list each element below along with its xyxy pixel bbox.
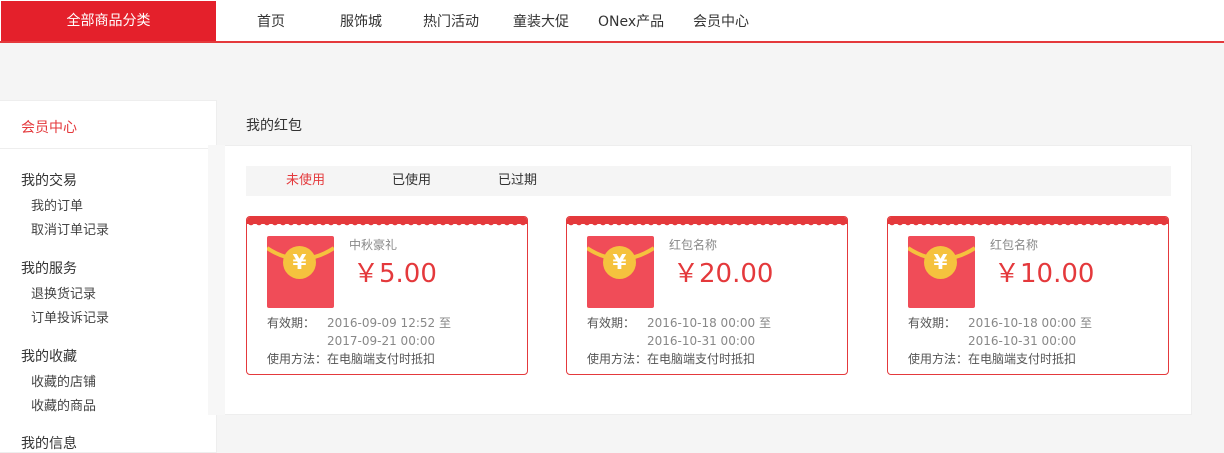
usage-method: 使用方法：在电脑端支付时抵扣 xyxy=(908,352,1077,366)
yuan-coin-icon: ¥ xyxy=(283,246,316,279)
panel-edge xyxy=(208,145,225,415)
nav-hot-events[interactable]: 热门活动 xyxy=(423,12,479,32)
sidebar-divider xyxy=(0,148,216,149)
red-envelope-icon: ¥ xyxy=(267,236,334,308)
valid-to: 2017-09-21 00:00 xyxy=(327,334,436,348)
tab-used[interactable]: 已使用 xyxy=(392,172,431,190)
yuan-coin-icon: ¥ xyxy=(603,246,636,279)
sidebar-link-complaints[interactable]: 订单投诉记录 xyxy=(31,310,109,328)
yuan-coin-icon: ¥ xyxy=(924,246,957,279)
valid-from: 2016-09-09 12:52 至 xyxy=(327,316,451,330)
red-envelope-icon: ¥ xyxy=(587,236,654,308)
card-scallop-edge xyxy=(247,222,527,228)
sidebar-link-cancelled-orders[interactable]: 取消订单记录 xyxy=(31,222,109,240)
sidebar-group-info: 我的信息 xyxy=(21,436,77,452)
validity-label: 有效期： xyxy=(587,316,636,330)
nav-member-center[interactable]: 会员中心 xyxy=(693,12,749,32)
card-scallop-edge xyxy=(888,222,1168,228)
nav-kids-sale[interactable]: 童装大促 xyxy=(513,12,569,32)
tab-expired[interactable]: 已过期 xyxy=(498,172,537,190)
nav-apparel[interactable]: 服饰城 xyxy=(340,12,382,32)
coupon-name: 红包名称 xyxy=(669,238,718,252)
sidebar-group-trades: 我的交易 xyxy=(21,173,77,189)
coupon-name: 中秋豪礼 xyxy=(349,238,398,252)
all-categories-button[interactable]: 全部商品分类 xyxy=(1,1,216,41)
coupon-name: 红包名称 xyxy=(990,238,1039,252)
sidebar-link-my-orders[interactable]: 我的订单 xyxy=(31,198,83,216)
valid-to: 2016-10-31 00:00 xyxy=(968,334,1077,348)
coupon-amount: ￥20.00 xyxy=(673,259,774,289)
sidebar-group-favorites: 我的收藏 xyxy=(21,349,77,365)
nav-home[interactable]: 首页 xyxy=(257,12,285,32)
coupon-amount: ￥10.00 xyxy=(994,259,1095,289)
sidebar-link-returns[interactable]: 退换货记录 xyxy=(31,286,96,304)
sidebar-header[interactable]: 会员中心 xyxy=(21,118,77,138)
validity-label: 有效期： xyxy=(267,316,316,330)
valid-from: 2016-10-18 00:00 至 xyxy=(968,316,1092,330)
coupon-amount: ￥5.00 xyxy=(353,259,437,289)
valid-to: 2016-10-31 00:00 xyxy=(647,334,756,348)
coupon-card[interactable]: ¥ 红包名称 ￥10.00 有效期： 2016-10-18 00:00 至 20… xyxy=(887,216,1169,375)
coupon-card[interactable]: ¥ 红包名称 ￥20.00 有效期： 2016-10-18 00:00 至 20… xyxy=(566,216,848,375)
validity-label: 有效期： xyxy=(908,316,957,330)
top-navigation: 全部商品分类 首页 服饰城 热门活动 童装大促 ONex产品 会员中心 xyxy=(0,0,1224,43)
usage-method: 使用方法：在电脑端支付时抵扣 xyxy=(267,352,436,366)
sidebar-link-fav-products[interactable]: 收藏的商品 xyxy=(31,398,96,416)
valid-from: 2016-10-18 00:00 至 xyxy=(647,316,771,330)
red-envelope-icon: ¥ xyxy=(908,236,975,308)
nav-onex-products[interactable]: ONex产品 xyxy=(598,12,664,32)
page-title: 我的红包 xyxy=(246,118,302,134)
sidebar-group-services: 我的服务 xyxy=(21,261,77,277)
status-tabs: 未使用 已使用 已过期 xyxy=(246,166,1171,196)
usage-method: 使用方法：在电脑端支付时抵扣 xyxy=(587,352,756,366)
coupon-card[interactable]: ¥ 中秋豪礼 ￥5.00 有效期： 2016-09-09 12:52 至 201… xyxy=(246,216,528,375)
card-scallop-edge xyxy=(567,222,847,228)
member-sidebar: 会员中心 我的交易 我的订单 取消订单记录 我的服务 退换货记录 订单投诉记录 … xyxy=(0,100,217,453)
tab-unused[interactable]: 未使用 xyxy=(286,172,325,190)
sidebar-link-fav-shops[interactable]: 收藏的店铺 xyxy=(31,374,96,392)
